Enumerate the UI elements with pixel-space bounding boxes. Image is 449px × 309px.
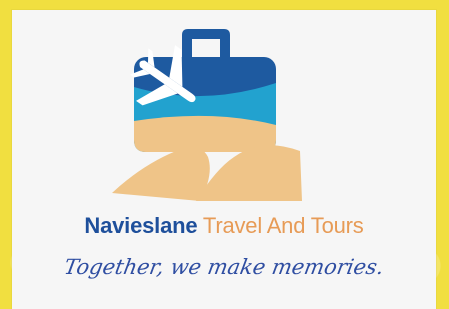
brand-name-secondary: Travel And Tours: [197, 213, 364, 238]
logo-card: Navieslane Travel And Tours Together, we…: [12, 10, 436, 309]
suitcase-with-airplane-logo: [112, 29, 302, 201]
tagline: Together, we make memories.: [62, 255, 386, 279]
brand-name-primary: Navieslane: [84, 213, 198, 238]
brand-name: Navieslane Travel And Tours: [12, 213, 436, 239]
